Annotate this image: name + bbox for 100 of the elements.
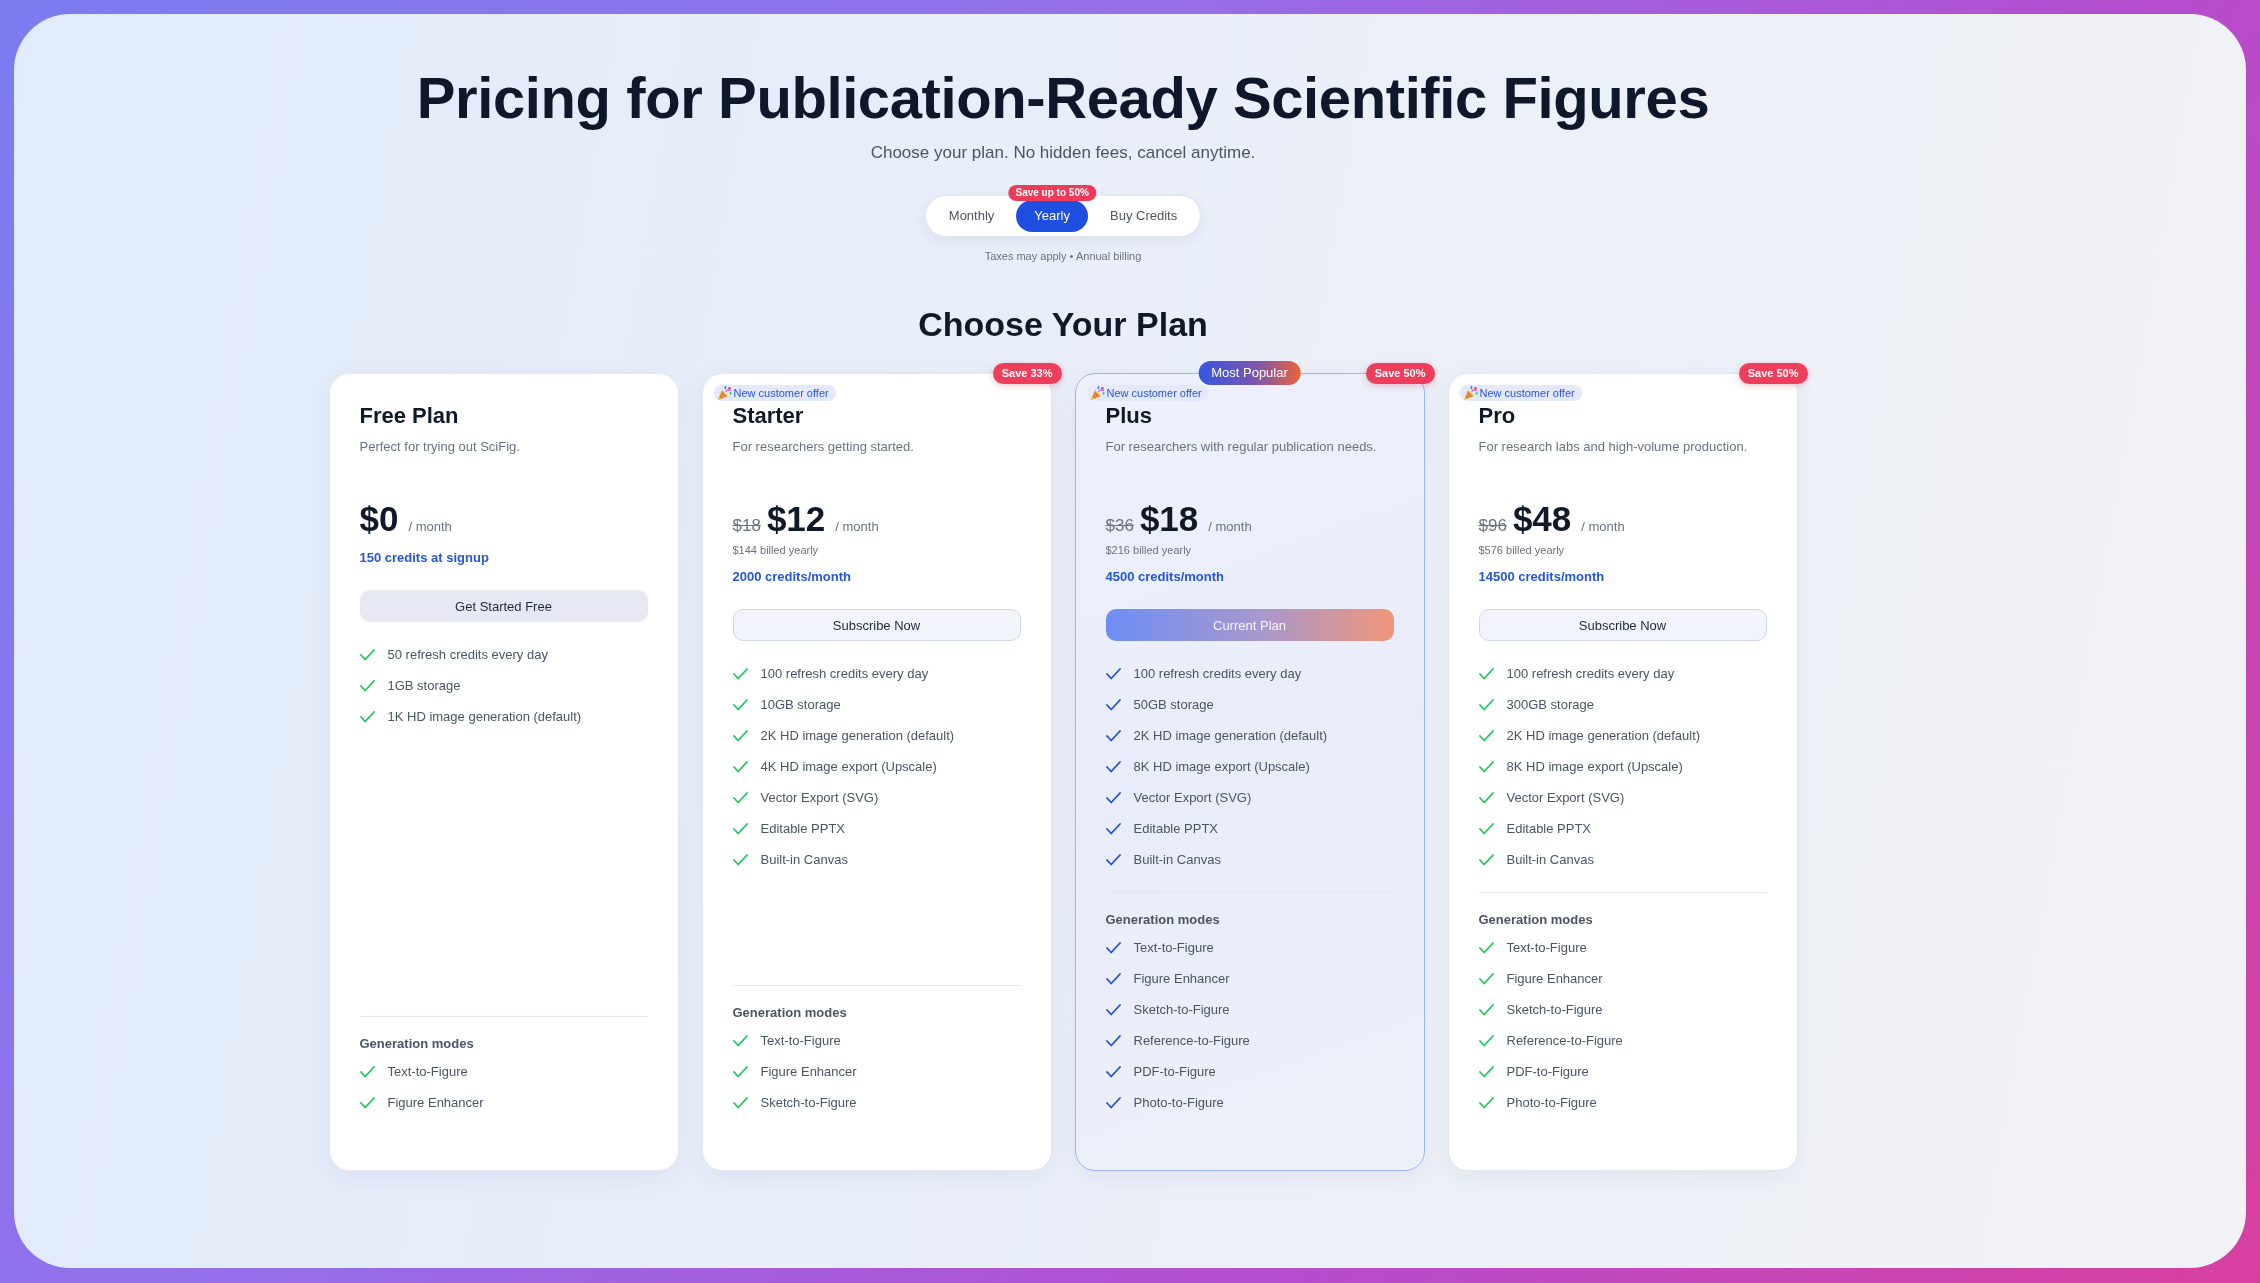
credits-amount: 4500 credits/month bbox=[1105, 568, 1225, 586]
check-icon bbox=[1105, 853, 1121, 866]
check-icon bbox=[359, 679, 375, 692]
feature-text: 1GB storage bbox=[387, 676, 461, 695]
feature-text: 10GB storage bbox=[760, 695, 841, 714]
check-icon bbox=[1105, 1003, 1121, 1016]
check-icon bbox=[1478, 729, 1494, 742]
check-icon bbox=[359, 648, 375, 661]
plan-description: Perfect for trying out SciFig. bbox=[359, 438, 521, 456]
mode-text: Text-to-Figure bbox=[760, 1031, 841, 1050]
billing-amount: $216 billed yearly bbox=[1105, 543, 1193, 558]
check-icon bbox=[732, 1096, 748, 1109]
feature-text: 300GB storage bbox=[1506, 695, 1594, 714]
feature-text: Built-in Canvas bbox=[1133, 850, 1221, 869]
price-period: / month bbox=[835, 519, 879, 534]
plan-button[interactable]: Subscribe Now bbox=[732, 609, 1021, 641]
feature-text: 100 refresh credits every day bbox=[760, 664, 929, 683]
price-period: / month bbox=[1208, 519, 1252, 534]
check-icon bbox=[1478, 1003, 1494, 1016]
plan-name: Plus bbox=[1105, 402, 1153, 430]
plan-name: Free Plan bbox=[359, 402, 460, 430]
check-icon bbox=[1105, 1034, 1121, 1047]
credits-amount: 2000 credits/month bbox=[732, 568, 852, 586]
mode-text: Figure Enhancer bbox=[1133, 969, 1230, 988]
plan-button[interactable]: Get Started Free bbox=[359, 590, 648, 622]
plan-description: For researchers with regular publication needs. bbox=[1105, 438, 1378, 456]
check-icon bbox=[1478, 667, 1494, 680]
check-icon bbox=[1478, 760, 1494, 773]
feature-text: Built-in Canvas bbox=[760, 850, 848, 869]
mode-text: Photo-to-Figure bbox=[1133, 1093, 1224, 1112]
offer-text: New customer offer bbox=[1479, 386, 1575, 401]
check-icon bbox=[1478, 972, 1494, 985]
feature-text: 2K HD image generation (default) bbox=[1506, 726, 1701, 745]
mode-text: Sketch-to-Figure bbox=[760, 1093, 857, 1112]
offer-text: New customer offer bbox=[1106, 386, 1202, 401]
discount-badge: Save up to 50% bbox=[1008, 185, 1096, 201]
price-period: / month bbox=[1581, 519, 1625, 534]
feature-text: Vector Export (SVG) bbox=[760, 788, 879, 807]
check-icon bbox=[1105, 791, 1121, 804]
mode-text: PDF-to-Figure bbox=[1133, 1062, 1216, 1081]
plan-price: $48 bbox=[1512, 499, 1572, 539]
original-price: $96 bbox=[1478, 516, 1507, 536]
feature-text: 8K HD image export (Upscale) bbox=[1506, 757, 1683, 776]
feature-text: Built-in Canvas bbox=[1506, 850, 1594, 869]
mode-text: PDF-to-Figure bbox=[1506, 1062, 1589, 1081]
original-price: $18 bbox=[732, 516, 761, 536]
feature-text: 50 refresh credits every day bbox=[387, 645, 548, 664]
check-icon bbox=[1105, 822, 1121, 835]
plan-price: $12 bbox=[766, 499, 826, 539]
mode-text: Figure Enhancer bbox=[760, 1062, 857, 1081]
billing-tab[interactable]: Buy Credits bbox=[1092, 200, 1196, 232]
check-icon bbox=[1478, 853, 1494, 866]
page-title: Pricing for Publication-Ready Scientific Figures bbox=[416, 66, 1710, 130]
billing-note: Taxes may apply • Annual billing bbox=[984, 249, 1142, 264]
party-popper-icon bbox=[1463, 386, 1478, 400]
plan-name: Starter bbox=[732, 402, 805, 430]
check-icon bbox=[1478, 1065, 1494, 1078]
check-icon bbox=[1105, 1096, 1121, 1109]
check-icon bbox=[1478, 698, 1494, 711]
plan-price: $18 bbox=[1139, 499, 1199, 539]
check-icon bbox=[1105, 760, 1121, 773]
plan-button[interactable]: Subscribe Now bbox=[1478, 609, 1767, 641]
plan-name: Pro bbox=[1478, 402, 1517, 430]
mode-text: Reference-to-Figure bbox=[1133, 1031, 1250, 1050]
check-icon bbox=[732, 791, 748, 804]
check-icon bbox=[732, 698, 748, 711]
billing-amount: $144 billed yearly bbox=[732, 543, 820, 558]
check-icon bbox=[359, 1096, 375, 1109]
feature-text: 8K HD image export (Upscale) bbox=[1133, 757, 1310, 776]
save-badge: Save 50% bbox=[1365, 363, 1435, 384]
billing-tab[interactable]: Monthly bbox=[930, 200, 1013, 232]
save-badge: Save 50% bbox=[1738, 363, 1808, 384]
price-period: / month bbox=[408, 519, 452, 534]
modes-heading: Generation modes bbox=[359, 1035, 475, 1053]
mode-text: Text-to-Figure bbox=[1506, 938, 1587, 957]
plan-price: $0 bbox=[359, 499, 399, 539]
feature-text: Vector Export (SVG) bbox=[1506, 788, 1625, 807]
check-icon bbox=[1105, 667, 1121, 680]
feature-text: Vector Export (SVG) bbox=[1133, 788, 1252, 807]
check-icon bbox=[1478, 791, 1494, 804]
check-icon bbox=[732, 853, 748, 866]
feature-text: Editable PPTX bbox=[1506, 819, 1592, 838]
credits-amount: 150 credits at signup bbox=[359, 549, 490, 567]
party-popper-icon bbox=[717, 386, 732, 400]
mode-text: Reference-to-Figure bbox=[1506, 1031, 1623, 1050]
mode-text: Photo-to-Figure bbox=[1506, 1093, 1597, 1112]
plan-description: For researchers getting started. bbox=[732, 438, 915, 456]
mode-text: Text-to-Figure bbox=[1133, 938, 1214, 957]
original-price: $36 bbox=[1105, 516, 1134, 536]
party-popper-icon bbox=[1090, 386, 1105, 400]
check-icon bbox=[1105, 941, 1121, 954]
check-icon bbox=[1105, 729, 1121, 742]
section-title: Choose Your Plan bbox=[918, 304, 1208, 345]
save-badge: Save 33% bbox=[992, 363, 1062, 384]
modes-heading: Generation modes bbox=[1105, 911, 1221, 929]
check-icon bbox=[1478, 1096, 1494, 1109]
feature-text: Editable PPTX bbox=[1133, 819, 1219, 838]
billing-amount: $576 billed yearly bbox=[1478, 543, 1566, 558]
check-icon bbox=[1478, 941, 1494, 954]
billing-tab[interactable]: Yearly bbox=[1016, 200, 1088, 232]
